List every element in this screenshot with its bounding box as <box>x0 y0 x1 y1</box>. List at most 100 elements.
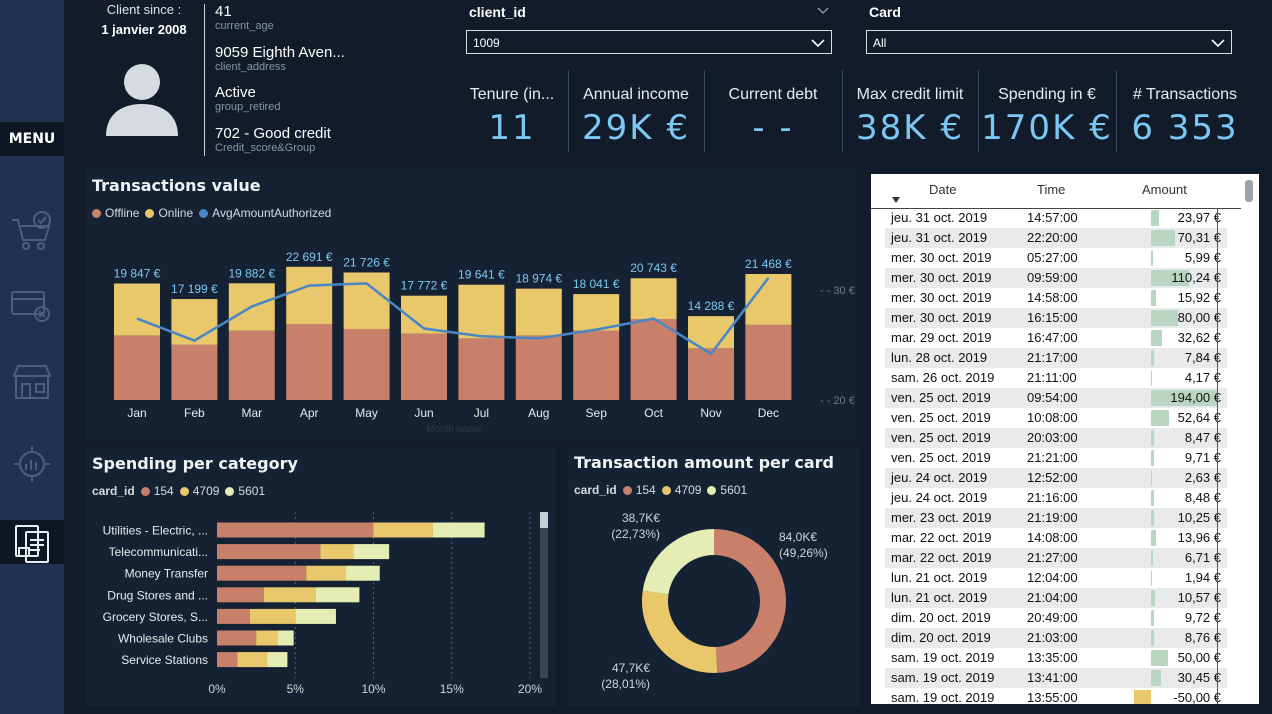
x-tick-label: Apr <box>300 406 319 420</box>
bar-offline <box>114 335 160 400</box>
bar-offline <box>171 344 218 400</box>
table-row[interactable]: mar. 22 oct. 2019 14:08:00 13,96 € <box>885 528 1227 548</box>
user-avatar-icon <box>106 64 178 136</box>
kpi-value: - - <box>752 108 794 148</box>
kpi-current-debt: Current debt - - <box>704 70 843 152</box>
select-value: All <box>873 36 887 50</box>
bar-segment-5601 <box>432 522 485 538</box>
bar-offline <box>573 330 620 400</box>
scrollbar-thumb[interactable] <box>1245 180 1253 202</box>
x-tick-label: Jun <box>414 406 433 420</box>
bar-segment-154 <box>217 544 321 560</box>
cell-date: ven. 25 oct. 2019 <box>891 390 991 405</box>
kpi-max-credit-limit: Max credit limit 38K € <box>842 70 979 152</box>
table-row[interactable]: jeu. 24 oct. 2019 12:52:00 2,63 € <box>885 468 1227 488</box>
amount-data-bar <box>1151 650 1168 666</box>
amount-data-bar <box>1151 510 1155 526</box>
cell-date: mar. 22 oct. 2019 <box>891 550 992 565</box>
kpi-value: 11 <box>488 108 536 148</box>
column-header-date[interactable]: Date <box>929 182 956 197</box>
report-document-icon[interactable] <box>8 518 56 566</box>
table-row[interactable]: ven. 25 oct. 2019 20:03:00 8,47 € <box>885 428 1227 448</box>
sort-descending-icon[interactable] <box>891 196 901 204</box>
field-value: 702 - Good credit <box>215 125 331 142</box>
scrollbar-track[interactable] <box>540 512 548 678</box>
cell-date: mar. 29 oct. 2019 <box>891 330 992 345</box>
cell-amount: 9,72 € <box>1184 610 1221 625</box>
amount-data-bar <box>1151 470 1152 486</box>
client-since-value: 1 janvier 2008 <box>101 22 187 37</box>
dashboard: Client since : 1 janvier 2008 41 current… <box>64 0 1272 714</box>
cell-amount: 6,71 € <box>1184 550 1221 565</box>
table-row[interactable]: lun. 21 oct. 2019 21:04:00 10,57 € <box>885 588 1227 608</box>
x-tick-label: Jul <box>474 406 489 420</box>
table-row[interactable]: sam. 26 oct. 2019 21:11:00 4,17 € <box>885 368 1227 388</box>
table-row[interactable]: mar. 22 oct. 2019 21:27:00 6,71 € <box>885 548 1227 568</box>
table-row[interactable]: lun. 21 oct. 2019 12:04:00 1,94 € <box>885 568 1227 588</box>
amount-data-bar <box>1151 570 1152 586</box>
client-age: 41 current_age <box>215 3 274 32</box>
bar-total-label: 19 847 € <box>114 267 161 281</box>
menu-button[interactable]: MENU <box>0 122 64 156</box>
bar-segment-5601 <box>278 630 294 646</box>
client-credit-score: 702 - Good credit Credit_score&Group <box>215 125 331 154</box>
table-row[interactable]: jeu. 31 oct. 2019 14:57:00 23,97 € <box>885 208 1227 228</box>
cell-time: 21:16:00 <box>1027 490 1078 505</box>
cell-time: 21:11:00 <box>1027 370 1077 385</box>
bar-offline <box>286 324 333 400</box>
donut-percent-label: (22,73%) <box>611 527 660 541</box>
table-row[interactable]: mer. 30 oct. 2019 16:15:00 80,00 € <box>885 308 1227 328</box>
client-id-select[interactable]: 1009 <box>466 30 832 54</box>
analytics-gear-icon[interactable] <box>8 438 56 486</box>
table-row[interactable]: mer. 30 oct. 2019 14:58:00 15,92 € <box>885 288 1227 308</box>
cell-date: ven. 25 oct. 2019 <box>891 410 991 425</box>
store-icon[interactable] <box>8 358 56 406</box>
chevron-down-icon <box>811 39 825 48</box>
card-select[interactable]: All <box>866 30 1232 54</box>
table-row[interactable]: ven. 25 oct. 2019 09:54:00 194,00 € <box>885 388 1227 408</box>
chevron-down-icon[interactable] <box>816 6 830 16</box>
table-row[interactable]: mer. 30 oct. 2019 09:59:00 110,24 € <box>885 268 1227 288</box>
table-row[interactable]: jeu. 31 oct. 2019 22:20:00 70,31 € <box>885 228 1227 248</box>
amount-data-bar <box>1151 290 1157 306</box>
cell-amount: 15,92 € <box>1177 290 1221 305</box>
cell-amount: 194,00 € <box>1170 390 1221 405</box>
cell-time: 13:35:00 <box>1027 650 1078 665</box>
bar-segment-154 <box>217 565 307 581</box>
table-row[interactable]: sam. 19 oct. 2019 13:55:00 -50,00 € <box>885 688 1227 704</box>
cell-time: 14:58:00 <box>1027 290 1078 305</box>
table-row[interactable]: ven. 25 oct. 2019 21:21:00 9,71 € <box>885 448 1227 468</box>
table-row[interactable]: sam. 19 oct. 2019 13:41:00 30,45 € <box>885 668 1227 688</box>
bar-total-label: 17 199 € <box>171 282 218 296</box>
scrollbar-thumb[interactable] <box>540 512 548 528</box>
bar-segment-154 <box>217 608 250 624</box>
bar-segment-5601 <box>353 544 390 560</box>
field-label: Credit_score&Group <box>215 142 316 154</box>
table-row[interactable]: lun. 28 oct. 2019 21:17:00 7,84 € <box>885 348 1227 368</box>
kpi-title: Current debt <box>728 86 818 103</box>
table-row[interactable]: mer. 23 oct. 2019 21:19:00 10,25 € <box>885 508 1227 528</box>
card-declined-icon[interactable] <box>8 282 56 330</box>
donut-value-label: 47,7K€ <box>612 661 650 675</box>
bar-segment-154 <box>217 652 238 668</box>
column-header-amount[interactable]: Amount <box>1142 182 1187 197</box>
table-row[interactable]: ven. 25 oct. 2019 10:08:00 52,64 € <box>885 408 1227 428</box>
column-header-time[interactable]: Time <box>1037 182 1065 197</box>
table-row[interactable]: dim. 20 oct. 2019 21:03:00 8,76 € <box>885 628 1227 648</box>
shopping-cart-icon[interactable] <box>8 208 56 256</box>
client-address: 9059 Eighth Aven... client_address <box>215 44 345 73</box>
kpi-spending: Spending in € 170K € <box>978 70 1117 152</box>
bar-online <box>458 284 505 339</box>
bar-segment-4709 <box>256 630 279 646</box>
cell-date: ven. 25 oct. 2019 <box>891 450 991 465</box>
table-row[interactable]: mar. 29 oct. 2019 16:47:00 32,62 € <box>885 328 1227 348</box>
table-row[interactable]: sam. 19 oct. 2019 13:35:00 50,00 € <box>885 648 1227 668</box>
table-row[interactable]: dim. 20 oct. 2019 20:49:00 9,72 € <box>885 608 1227 628</box>
kpi-title: Spending in € <box>998 86 1096 103</box>
x-tick-label: Jan <box>127 406 146 420</box>
cell-time: 21:27:00 <box>1027 550 1078 565</box>
table-row[interactable]: jeu. 24 oct. 2019 21:16:00 8,48 € <box>885 488 1227 508</box>
bar-total-label: 19 882 € <box>228 266 275 280</box>
table-row[interactable]: mer. 30 oct. 2019 05:27:00 5,99 € <box>885 248 1227 268</box>
cell-time: 21:17:00 <box>1027 350 1078 365</box>
